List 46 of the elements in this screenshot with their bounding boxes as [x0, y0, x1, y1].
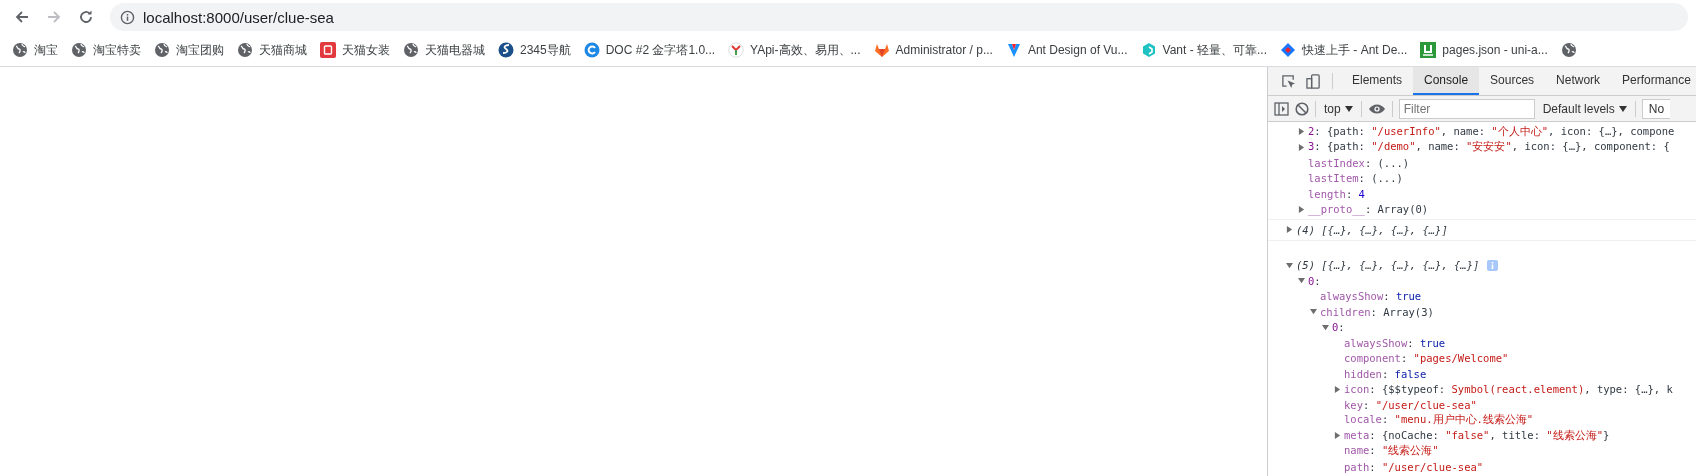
console-line: alwaysShow: true [1344, 336, 1446, 349]
devtools-tab[interactable]: Sources [1479, 67, 1546, 95]
settings-button[interactable]: No [1641, 98, 1671, 119]
console-line: length: 4 [1308, 187, 1365, 200]
bookmark[interactable]: Ant Design of Vu... [999, 39, 1134, 61]
bookmark[interactable]: 天猫电器城 [397, 38, 491, 62]
console-line: name: "线索公海" [1344, 444, 1439, 459]
console-line: path: "/user/clue-sea" [1344, 460, 1484, 473]
bookmark[interactable]: 2345导航 [492, 38, 577, 62]
console-line: children: Array(3) [1320, 305, 1434, 318]
console-line: lastItem: (...) [1308, 172, 1403, 185]
console-line: 2: {path: "/userInfo", name: "个人中心", icon: {…}, compone [1308, 124, 1675, 139]
levels-dropdown[interactable]: Default levels [1540, 101, 1629, 116]
filter-field[interactable]: Filter [1398, 98, 1535, 119]
address-bar[interactable]: localhost:8000/user/clue-sea [110, 3, 1688, 31]
bookmark[interactable]: DOC #2 金字塔1.0... [577, 38, 722, 62]
console-line: hidden: false [1344, 367, 1427, 380]
console-line: key: "/user/clue-sea" [1344, 398, 1477, 411]
console-line: icon: {$$typeof: Symbol(react.element), type: {…}, k [1344, 383, 1673, 396]
bookmark[interactable]: 淘宝团购 [148, 38, 230, 62]
bookmark[interactable]: 天猫女装 [314, 38, 396, 62]
console-line: (5) [{…}, {…}, {…}, {…}, {…}] [1296, 259, 1480, 272]
bookmark[interactable]: pages.json - uni-a... [1414, 39, 1554, 61]
devtools-tab[interactable]: Elements [1341, 67, 1414, 95]
console-line: component: "pages/Welcome" [1344, 352, 1509, 365]
console-line: __proto__: Array(0) [1308, 203, 1429, 216]
devtools-tab[interactable]: Network [1545, 67, 1612, 95]
console-line: 0: [1308, 274, 1321, 287]
console-line: locale: "menu.用户中心.线索公海" [1344, 413, 1534, 428]
bookmark[interactable]: Administrator / p... [867, 39, 999, 61]
bookmark[interactable]: 快速上手 - Ant De... [1274, 38, 1414, 62]
console-line: alwaysShow: true [1320, 290, 1422, 303]
context-selector[interactable]: top [1322, 101, 1355, 116]
devtools-tab[interactable]: Performance [1611, 67, 1696, 95]
console-line: lastIndex: (...) [1308, 156, 1410, 169]
bookmark[interactable]: 淘宝特卖 [65, 38, 147, 62]
bookmark[interactable]: Vant - 轻量、可靠... [1134, 38, 1273, 62]
bookmark[interactable]: YApi-高效、易用、... [722, 38, 867, 62]
console-line: (4) [{…}, {…}, {…}, {…}] [1296, 223, 1448, 236]
bookmark[interactable]: 淘宝 [6, 38, 64, 62]
url-text: localhost:8000/user/clue-sea [143, 8, 334, 26]
console-line: 3: {path: "/demo", name: "安安安", icon: {…}, component: { [1308, 140, 1670, 155]
console-line: 0: [1332, 321, 1345, 334]
bookmark[interactable]: 天猫商城 [231, 38, 313, 62]
console-line: meta: {noCache: "false", title: "线索公海"} [1344, 428, 1610, 443]
devtools-tab[interactable]: Console [1413, 67, 1480, 95]
